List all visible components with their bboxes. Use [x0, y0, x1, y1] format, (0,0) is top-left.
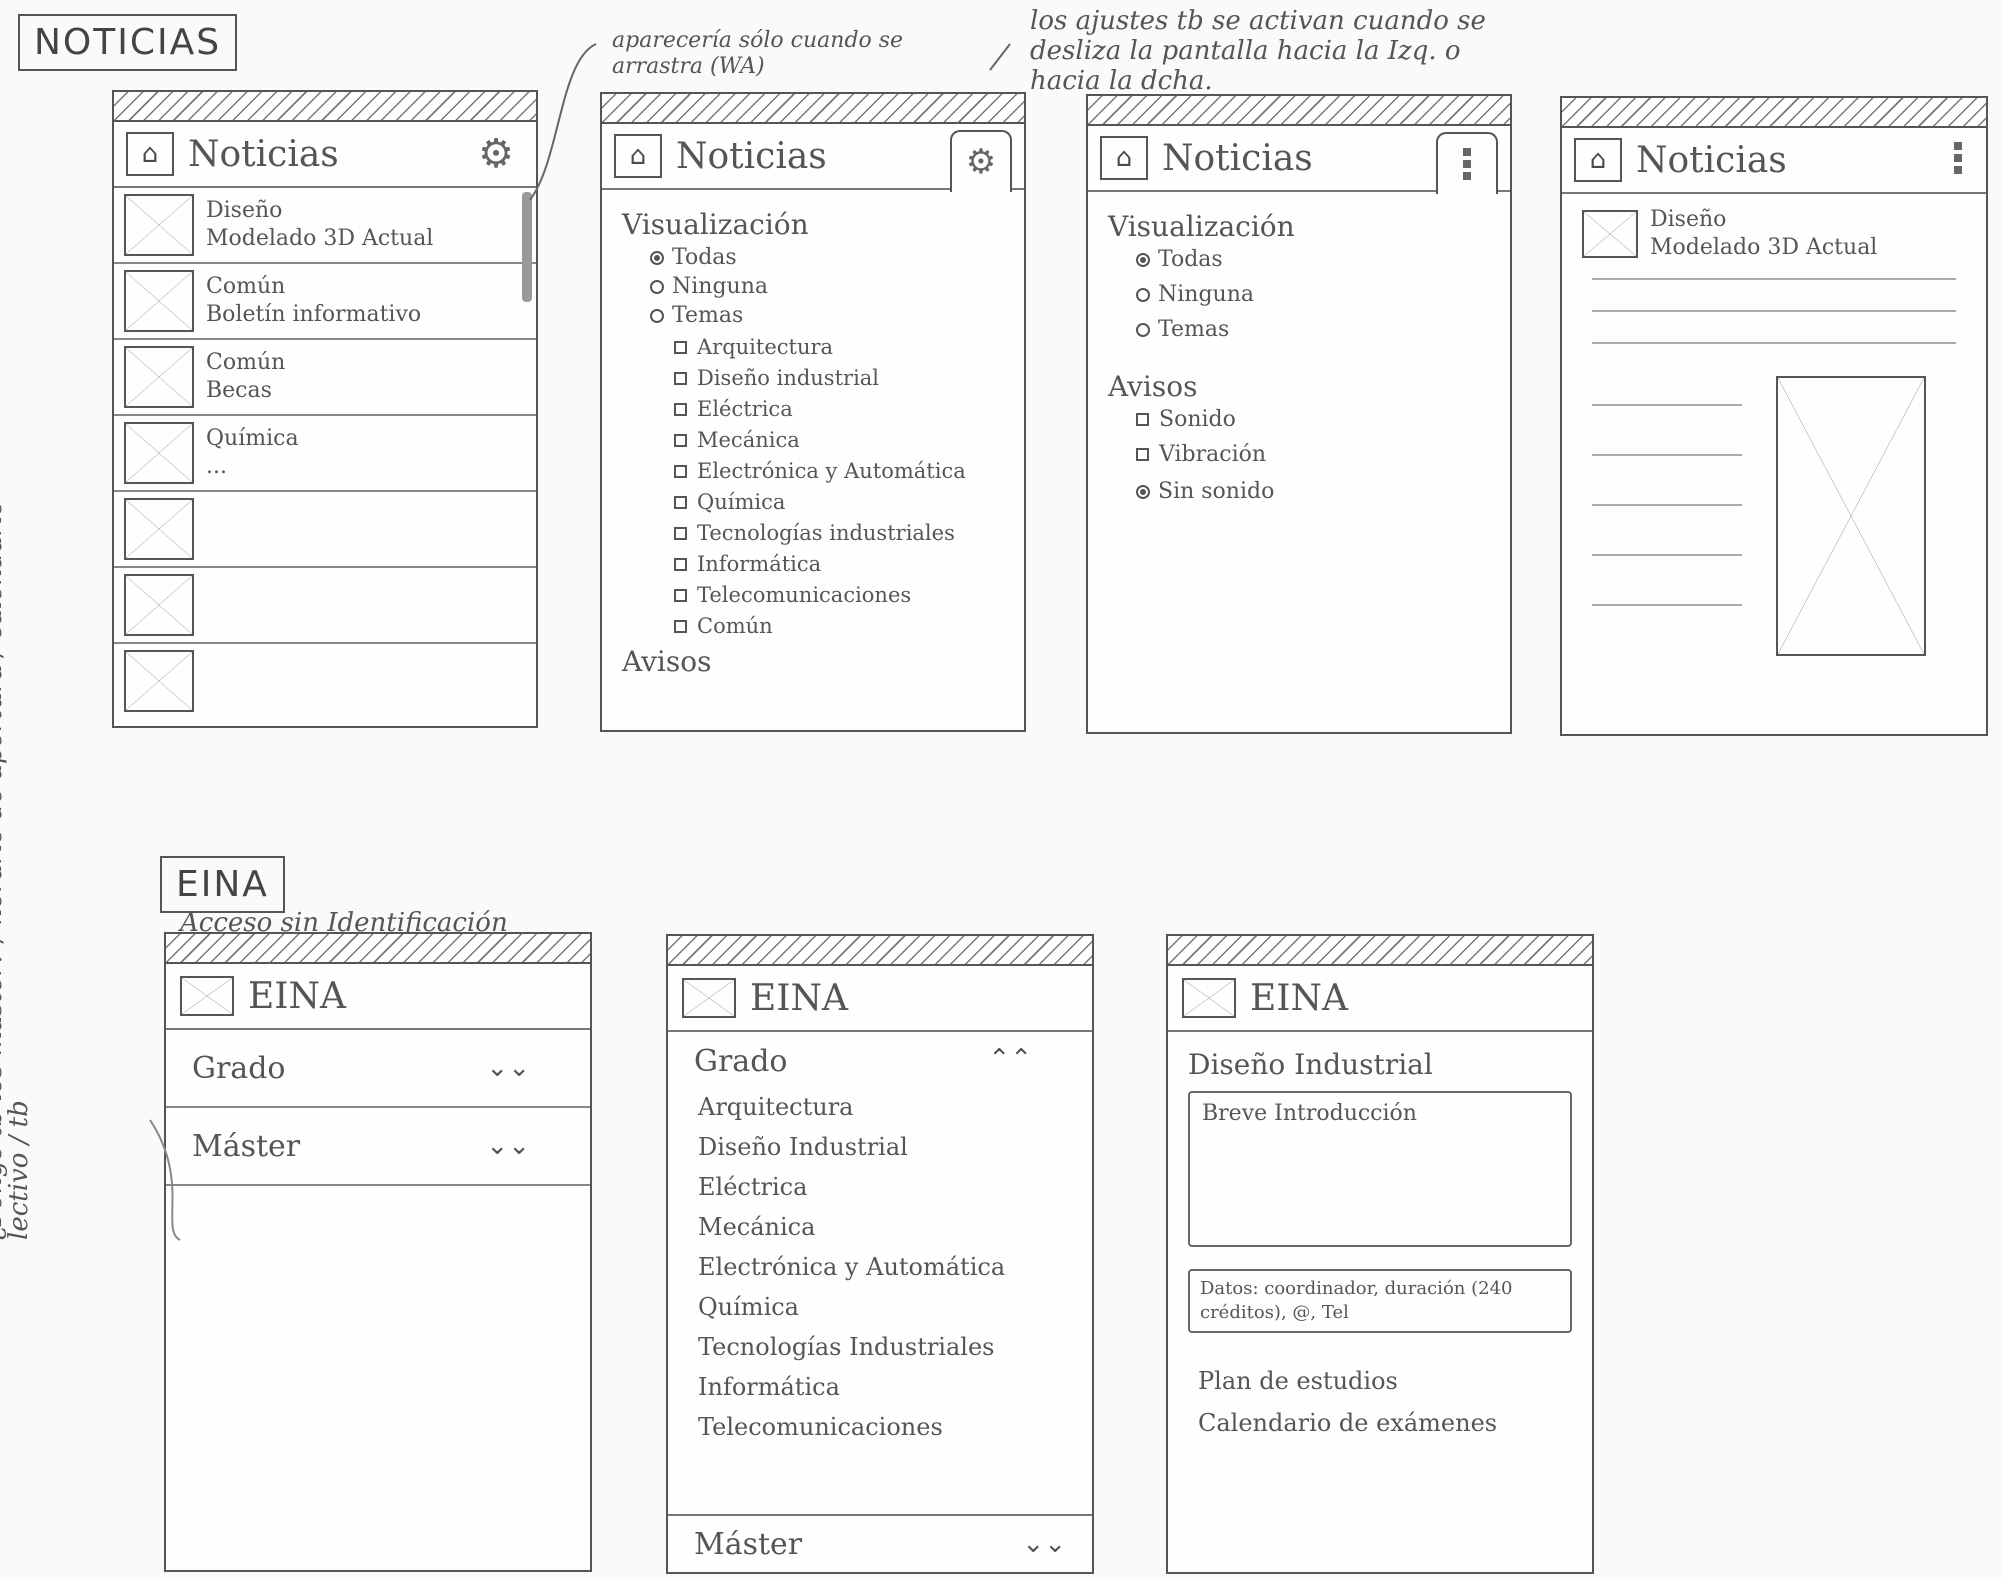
- connector-lines: [149, 43, 1011, 1241]
